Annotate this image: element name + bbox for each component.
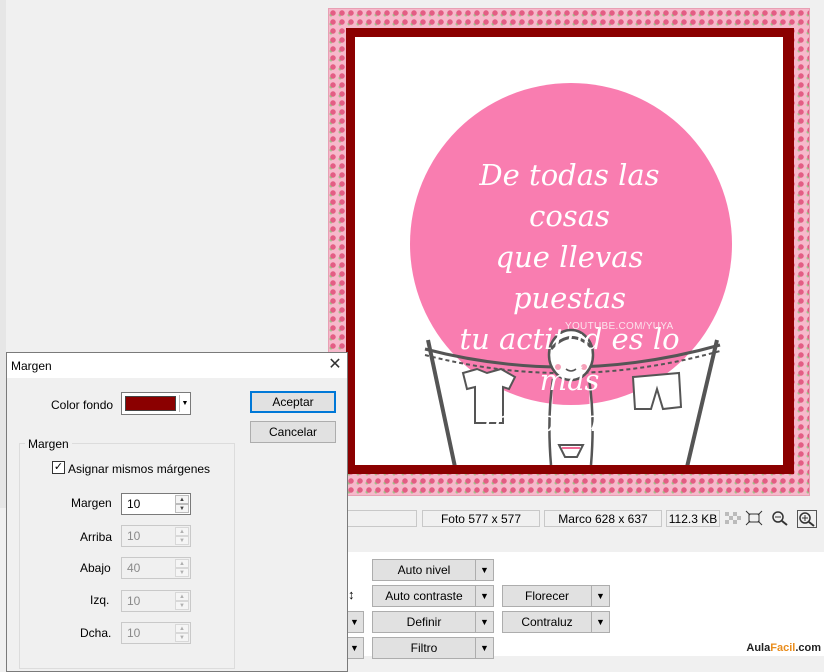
status-cell-empty — [345, 510, 417, 527]
left-input: 10 ▲ ▼ — [121, 590, 191, 612]
chevron-down-icon[interactable]: ▼ — [475, 560, 493, 580]
chevron-down-icon: ▼ — [350, 617, 359, 627]
dialog-titlebar: Margen ✕ — [7, 353, 347, 378]
spinner-arrows: ▲ ▼ — [175, 624, 189, 642]
zoom-in-icon[interactable] — [797, 510, 817, 528]
top-input: 10 ▲ ▼ — [121, 525, 191, 547]
photo-size-status: Foto 577 x 577 — [422, 510, 540, 527]
sharpen-button[interactable]: Definir ▼ — [372, 611, 494, 633]
color-label: Color fondo — [51, 398, 114, 412]
accept-button[interactable]: Aceptar — [250, 391, 336, 413]
spinner-arrows: ▲ ▼ — [175, 592, 189, 610]
chevron-down-icon: ▼ — [350, 643, 359, 653]
fit-icon[interactable] — [745, 510, 765, 528]
spinner-arrows[interactable]: ▲ ▼ — [175, 495, 189, 513]
margin-input[interactable]: 10 ▲ ▼ — [121, 493, 191, 515]
margin-label: Margen — [71, 496, 112, 510]
chevron-down-icon: ▼ — [179, 395, 190, 412]
status-bar: Foto 577 x 577 Marco 628 x 637 112.3 KB — [345, 508, 824, 530]
backlight-button[interactable]: Contraluz ▼ — [502, 611, 610, 633]
dialog-title: Margen — [11, 359, 52, 373]
right-input: 10 ▲ ▼ — [121, 622, 191, 644]
color-swatch — [125, 396, 176, 411]
close-icon[interactable]: ✕ — [325, 355, 345, 375]
bottom-label: Abajo — [80, 561, 111, 575]
frame-size-status: Marco 628 x 637 — [544, 510, 662, 527]
cancel-button[interactable]: Cancelar — [250, 421, 336, 443]
spinner-arrows: ▲ ▼ — [175, 559, 189, 577]
aulafacil-watermark: AulaFacil.com — [746, 642, 821, 654]
same-margins-label: Asignar mismos márgenes — [68, 462, 211, 476]
auto-contrast-button[interactable]: Auto contraste ▼ — [372, 585, 494, 607]
chevron-down-icon[interactable]: ▼ — [475, 638, 493, 658]
vertical-arrows-icon: ↕ — [348, 587, 355, 602]
bottom-input: 40 ▲ ▼ — [121, 557, 191, 579]
left-label: Izq. — [90, 593, 110, 607]
chevron-down-icon[interactable]: ▼ — [591, 612, 609, 632]
spinner-arrows: ▲ ▼ — [175, 527, 189, 545]
file-size-status: 112.3 KB — [666, 510, 720, 527]
checker-icon[interactable] — [724, 510, 744, 528]
credit-text: YOUTUBE.COM/YUYA — [565, 321, 674, 332]
photo-canvas: De todas las cosas que llevas puestas tu… — [355, 37, 783, 465]
adjust-toolbar: ↕ ▼ ▼ Auto nivel ▼ Auto contraste ▼ Flor… — [345, 552, 824, 659]
margin-dialog: Margen ✕ Color fondo ▼ Aceptar Cancelar … — [6, 352, 348, 672]
chevron-down-icon[interactable]: ▼ — [475, 586, 493, 606]
top-label: Arriba — [80, 530, 113, 544]
chevron-down-icon[interactable]: ▼ — [591, 586, 609, 606]
color-picker[interactable]: ▼ — [121, 392, 191, 415]
zoom-out-icon[interactable] — [771, 510, 791, 528]
auto-level-button[interactable]: Auto nivel ▼ — [372, 559, 494, 581]
toolbar-separator — [345, 530, 824, 552]
right-label: Dcha. — [80, 626, 112, 640]
same-margins-checkbox[interactable]: ✓ — [52, 461, 65, 474]
group-title: Margen — [25, 437, 72, 451]
quote-text: De todas las cosas que llevas puestas tu… — [459, 158, 680, 438]
chevron-down-icon[interactable]: ▼ — [475, 612, 493, 632]
bloom-button[interactable]: Florecer ▼ — [502, 585, 610, 607]
